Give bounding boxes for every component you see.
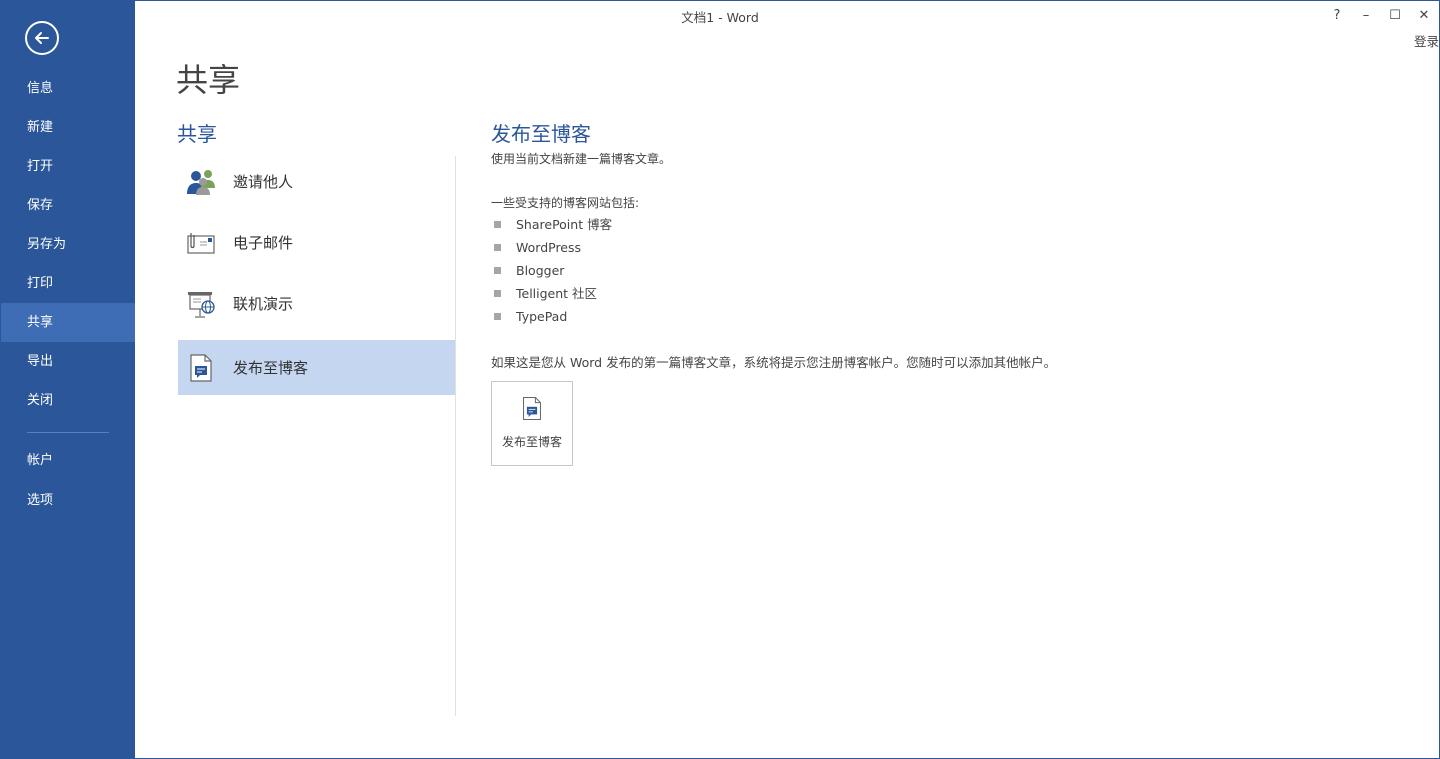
site-name: Telligent 社区 — [516, 286, 598, 301]
site-name: Blogger — [516, 263, 565, 278]
nav-item-info[interactable]: 信息 — [1, 69, 135, 108]
nav-item-open[interactable]: 打开 — [1, 147, 135, 186]
backstage-sidebar: 信息 新建 打开 保存 另存为 打印 共享 导出 关闭 帐户 选项 — [1, 1, 135, 758]
online-presentation-icon — [184, 287, 218, 321]
email-icon — [184, 226, 218, 260]
help-button[interactable]: ? — [1324, 5, 1350, 27]
page-title: 共享 — [176, 61, 241, 99]
option-label: 电子邮件 — [233, 234, 294, 252]
list-item: TypePad — [494, 305, 612, 328]
option-label: 邀请他人 — [233, 173, 294, 191]
first-post-note: 如果这是您从 Word 发布的第一篇博客文章，系统将提示您注册博客帐户。您随时可… — [491, 355, 1057, 370]
panel-divider — [455, 156, 456, 716]
bullet-icon — [494, 290, 501, 297]
list-item: Telligent 社区 — [494, 282, 612, 305]
supported-sites-heading: 一些受支持的博客网站包括: — [491, 196, 640, 210]
option-publish-blog[interactable]: 发布至博客 — [178, 340, 455, 395]
signin-link[interactable]: 登录 — [1414, 31, 1439, 50]
nav-item-save[interactable]: 保存 — [1, 186, 135, 225]
option-online-presentation[interactable]: 联机演示 — [178, 273, 455, 334]
minimize-button[interactable]: – — [1353, 5, 1379, 27]
people-icon — [184, 165, 218, 199]
nav-divider — [27, 432, 109, 433]
nav-item-options[interactable]: 选项 — [1, 481, 135, 521]
nav-item-share[interactable]: 共享 — [1, 303, 135, 342]
nav-item-save-as[interactable]: 另存为 — [1, 225, 135, 264]
list-item: SharePoint 博客 — [494, 213, 612, 236]
site-name: SharePoint 博客 — [516, 217, 613, 232]
blog-icon — [521, 395, 543, 426]
supported-sites-list: SharePoint 博客 WordPress Blogger Telligen… — [494, 213, 612, 328]
back-button[interactable] — [25, 21, 59, 55]
back-arrow-icon — [35, 32, 49, 44]
bullet-icon — [494, 267, 501, 274]
nav-item-new[interactable]: 新建 — [1, 108, 135, 147]
detail-title: 发布至博客 — [491, 122, 591, 146]
site-name: TypePad — [516, 309, 568, 324]
publish-button-label: 发布至博客 — [501, 435, 562, 449]
option-invite-people[interactable]: 邀请他人 — [178, 151, 455, 212]
word-window: 信息 新建 打开 保存 另存为 打印 共享 导出 关闭 帐户 选项 文档1 - … — [0, 0, 1440, 759]
backstage-nav: 信息 新建 打开 保存 另存为 打印 共享 导出 关闭 帐户 选项 — [1, 69, 135, 521]
list-item: Blogger — [494, 259, 612, 282]
close-button[interactable]: ✕ — [1411, 5, 1437, 27]
share-options: 邀请他人 电子邮件 联机演示 发布至博客 — [178, 151, 455, 395]
detail-description: 使用当前文档新建一篇博客文章。 — [491, 152, 672, 166]
list-item: WordPress — [494, 236, 612, 259]
bullet-icon — [494, 221, 501, 228]
site-name: WordPress — [516, 240, 582, 255]
option-email[interactable]: 电子邮件 — [178, 212, 455, 273]
bullet-icon — [494, 244, 501, 251]
bullet-icon — [494, 313, 501, 320]
maximize-button[interactable]: ☐ — [1382, 5, 1408, 27]
nav-item-account[interactable]: 帐户 — [1, 441, 135, 481]
option-label: 联机演示 — [233, 295, 294, 313]
nav-item-export[interactable]: 导出 — [1, 342, 135, 381]
publish-to-blog-button[interactable]: 发布至博客 — [491, 381, 573, 466]
option-label: 发布至博客 — [233, 359, 309, 377]
blog-icon — [184, 351, 218, 385]
section-title: 共享 — [177, 122, 217, 146]
window-title: 文档1 - Word — [681, 10, 759, 25]
nav-item-close[interactable]: 关闭 — [1, 381, 135, 420]
nav-item-print[interactable]: 打印 — [1, 264, 135, 303]
